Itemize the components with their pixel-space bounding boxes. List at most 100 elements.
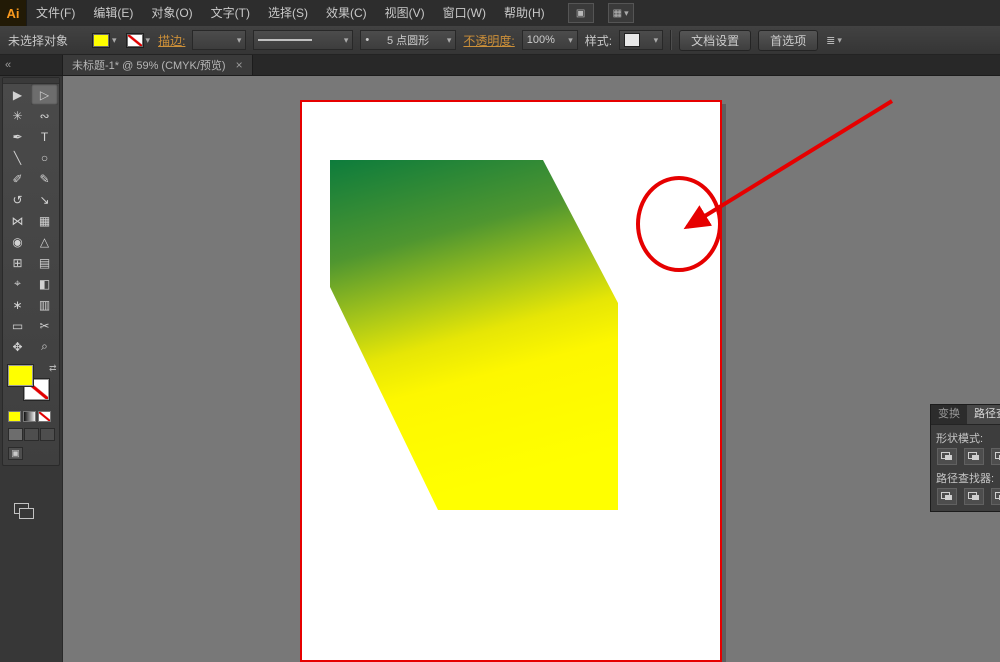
mesh-tool[interactable]: ⊞ (4, 252, 31, 273)
close-icon[interactable]: × (236, 58, 243, 72)
divide-icon[interactable] (937, 488, 957, 505)
magic-wand-tool[interactable]: ✳ (4, 105, 31, 126)
chevron-down-icon: ▾ (624, 9, 629, 18)
collapse-chevrons-icon: « (5, 59, 11, 71)
width-tool[interactable]: ⋈ (4, 210, 31, 231)
tools-grid: ▶ ▷ ✳ ∾ ✒ T ╲ ○ ✐ ✎ ↺ ↘ ⋈ ▦ ◉ △ ⊞ ▤ ⌖ ◧ … (3, 84, 59, 357)
width-profile-combo[interactable]: ▾ (253, 30, 353, 50)
chevron-down-icon: ▾ (447, 36, 452, 45)
menu-window[interactable]: 窗口(W) (434, 0, 495, 26)
pathfinder-label: 路径查找器: (936, 470, 1000, 486)
fill-color-dropdown[interactable]: ▾ (91, 32, 118, 49)
pathfinder-panel: 变换 路径查找器 形状模式: 路径查找器: (930, 404, 1000, 512)
artboard-tool[interactable]: ▭ (4, 315, 31, 336)
scale-tool[interactable]: ↘ (31, 189, 58, 210)
selection-tool[interactable]: ▶ (4, 84, 31, 105)
stroke-panel-link[interactable]: 描边: (158, 32, 185, 49)
menu-file[interactable]: 文件(F) (27, 0, 84, 26)
fill-swatch (92, 33, 110, 48)
shape-modes-buttons (937, 448, 1000, 465)
stroke-weight-combo[interactable]: ▾ (192, 30, 246, 50)
trim-icon[interactable] (964, 488, 984, 505)
graphic-style-combo[interactable]: ▾ (619, 30, 663, 50)
tools-dock: ▶ ▷ ✳ ∾ ✒ T ╲ ○ ✐ ✎ ↺ ↘ ⋈ ▦ ◉ △ ⊞ ▤ ⌖ ◧ … (0, 75, 63, 662)
opacity-panel-link[interactable]: 不透明度: (463, 32, 514, 49)
stroke-color-dropdown[interactable]: ▾ (125, 32, 152, 49)
draw-behind-button[interactable] (24, 428, 39, 441)
menu-type[interactable]: 文字(T) (202, 0, 259, 26)
control-panel-menu[interactable]: ≣ ▾ (825, 33, 843, 48)
screen-mode-button[interactable]: ▣ (8, 447, 23, 460)
chevron-down-icon: ▾ (237, 36, 242, 45)
blend-tool[interactable]: ◧ (31, 273, 58, 294)
screen-mode-icon: ▣ (11, 448, 20, 459)
shape-modes-label: 形状模式: (936, 430, 1000, 446)
document-setup-button[interactable]: 文档设置 (679, 30, 751, 51)
illustrator-logo: Ai (0, 0, 27, 26)
chevron-down-icon: ▾ (344, 36, 349, 45)
gradient-tool[interactable]: ▤ (31, 252, 58, 273)
opacity-combo[interactable]: 100% ▾ (522, 30, 578, 50)
line-segment-tool[interactable]: ╲ (4, 147, 31, 168)
menu-view[interactable]: 视图(V) (376, 0, 434, 26)
minus-front-icon[interactable] (964, 448, 984, 465)
canvas-area[interactable] (62, 75, 1000, 662)
draw-inside-button[interactable] (40, 428, 55, 441)
tab-pathfinder[interactable]: 路径查找器 (967, 405, 1000, 424)
workspace-switcher[interactable]: ▦ ▾ (608, 3, 634, 23)
symbol-sprayer-tool[interactable]: ∗ (4, 294, 31, 315)
drawing-mode-buttons (8, 428, 59, 441)
brush-value: 5 点圆形 (387, 32, 429, 48)
perspective-grid-tool[interactable]: △ (31, 231, 58, 252)
rotate-tool[interactable]: ↺ (4, 189, 31, 210)
hand-tool[interactable]: ✥ (4, 336, 31, 357)
draw-normal-button[interactable] (8, 428, 23, 441)
merge-icon[interactable] (991, 488, 1000, 505)
zoom-tool[interactable]: ⌕ (31, 336, 58, 357)
tools-panel: ▶ ▷ ✳ ∾ ✒ T ╲ ○ ✐ ✎ ↺ ↘ ⋈ ▦ ◉ △ ⊞ ▤ ⌖ ◧ … (2, 77, 60, 466)
direct-selection-tool[interactable]: ▷ (31, 84, 58, 105)
divider (670, 30, 672, 50)
column-graph-tool[interactable]: ▥ (31, 294, 58, 315)
chevron-down-icon: ▾ (112, 36, 117, 45)
ellipse-tool[interactable]: ○ (31, 147, 58, 168)
document-tab[interactable]: 未标题-1* @ 59% (CMYK/预览) × (62, 54, 253, 75)
preferences-button[interactable]: 首选项 (758, 30, 818, 51)
menu-help[interactable]: 帮助(H) (495, 0, 554, 26)
type-tool[interactable]: T (31, 126, 58, 147)
panels-stack-front (19, 508, 34, 519)
arrange-documents-glyph: ▣ (576, 8, 585, 19)
pencil-tool[interactable]: ✎ (31, 168, 58, 189)
menu-effect[interactable]: 效果(C) (317, 0, 376, 26)
brush-definition-combo[interactable]: • 5 点圆形 ▾ (360, 30, 456, 50)
menu-select[interactable]: 选择(S) (259, 0, 317, 26)
workspace-icon: ▦ (613, 8, 622, 19)
free-transform-tool[interactable]: ▦ (31, 210, 58, 231)
tab-transform[interactable]: 变换 (931, 405, 967, 424)
fill-color-box[interactable] (8, 365, 33, 386)
swap-fill-stroke-icon[interactable]: ⇄ (49, 363, 57, 374)
stroke-none-swatch (126, 33, 144, 48)
intersect-icon[interactable] (991, 448, 1000, 465)
menu-object[interactable]: 对象(O) (142, 0, 201, 26)
lasso-tool[interactable]: ∾ (31, 105, 58, 126)
pen-tool[interactable]: ✒ (4, 126, 31, 147)
menu-edit[interactable]: 编辑(E) (84, 0, 142, 26)
arrange-documents-icon[interactable]: ▣ (568, 3, 594, 23)
shape-builder-tool[interactable]: ◉ (4, 231, 31, 252)
control-bar: 未选择对象 ▾ ▾ 描边: ▾ ▾ • 5 点圆形 ▾ 不透明度: 100% ▾… (0, 26, 1000, 55)
canvas-svg (62, 75, 1000, 662)
slice-tool[interactable]: ✂ (31, 315, 58, 336)
opacity-value: 100% (527, 34, 555, 46)
color-type-buttons (8, 411, 59, 422)
paintbrush-tool[interactable]: ✐ (4, 168, 31, 189)
panels-stack-icon[interactable] (14, 503, 34, 519)
gradient-button[interactable] (23, 411, 36, 422)
pathfinder-buttons (937, 488, 1000, 505)
dock-collapse-button[interactable]: « (0, 54, 62, 75)
none-button[interactable] (38, 411, 51, 422)
eyedropper-tool[interactable]: ⌖ (4, 273, 31, 294)
color-button[interactable] (8, 411, 21, 422)
menu-bar: Ai 文件(F) 编辑(E) 对象(O) 文字(T) 选择(S) 效果(C) 视… (0, 0, 1000, 27)
unite-icon[interactable] (937, 448, 957, 465)
